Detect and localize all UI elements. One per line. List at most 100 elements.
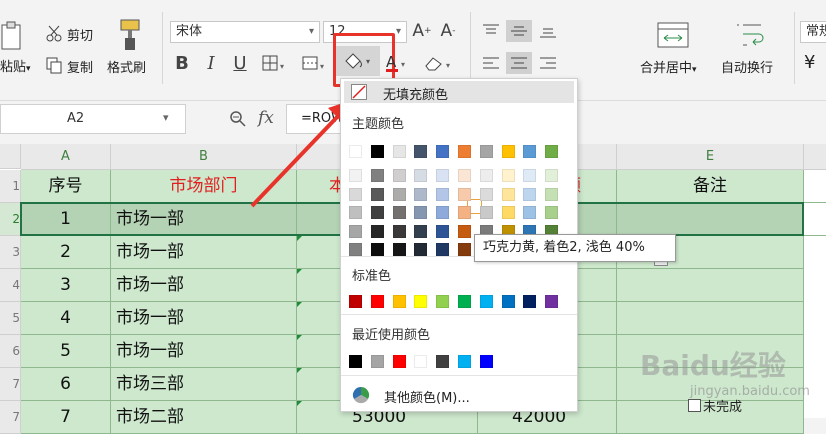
standard-color-swatch[interactable] <box>349 295 362 308</box>
empty-cell[interactable] <box>804 170 826 203</box>
theme-shade-swatch[interactable] <box>349 206 362 219</box>
theme-shade-swatch[interactable] <box>436 187 450 201</box>
data-cell[interactable]: 市场三部 <box>111 368 297 401</box>
theme-shade-swatch[interactable] <box>479 206 493 219</box>
theme-color-swatch[interactable] <box>370 145 384 158</box>
standard-color-swatch[interactable] <box>392 295 406 308</box>
number-format-select[interactable]: 常规 <box>800 21 826 43</box>
theme-shade-swatch[interactable] <box>523 187 537 201</box>
theme-shade-swatch[interactable] <box>392 206 406 219</box>
currency-button[interactable]: ¥ <box>804 52 815 73</box>
align-middle-icon[interactable] <box>506 20 532 42</box>
checkbox-box[interactable] <box>688 399 701 412</box>
theme-shade-swatch[interactable] <box>414 243 428 256</box>
standard-color-swatch[interactable] <box>545 295 559 308</box>
more-colors-item[interactable]: 其他颜色(M)... <box>344 383 574 407</box>
theme-shade-swatch[interactable] <box>545 206 559 219</box>
data-cell[interactable]: 2 <box>21 236 111 269</box>
theme-color-swatch[interactable] <box>479 145 493 158</box>
header-cell[interactable]: 序号 <box>21 170 111 203</box>
theme-shade-swatch[interactable] <box>436 206 450 219</box>
theme-shade-swatch[interactable] <box>414 224 428 238</box>
theme-shade-swatch[interactable] <box>458 169 471 182</box>
font-family-select[interactable]: 宋体 ▾ <box>170 21 320 43</box>
data-cell[interactable]: 6 <box>21 368 111 401</box>
no-fill-item[interactable]: 无填充颜色 <box>344 81 574 103</box>
column-header-f[interactable] <box>804 144 826 170</box>
increase-font-icon[interactable]: A + <box>412 20 432 42</box>
theme-shade-swatch[interactable] <box>523 206 537 219</box>
data-cell[interactable]: 4 <box>21 302 111 335</box>
theme-shade-swatch[interactable] <box>349 243 362 256</box>
theme-shade-swatch[interactable] <box>349 224 362 238</box>
theme-color-swatch[interactable] <box>349 145 362 158</box>
format-painter-icon[interactable] <box>116 18 144 52</box>
recent-color-swatch[interactable] <box>392 355 406 368</box>
theme-shade-swatch[interactable] <box>414 206 428 219</box>
theme-shade-swatch[interactable] <box>501 206 515 219</box>
theme-shade-swatch[interactable] <box>436 224 450 238</box>
theme-shade-swatch[interactable] <box>458 206 471 219</box>
bold-button[interactable]: B <box>172 52 192 74</box>
recent-color-swatch[interactable] <box>370 355 384 368</box>
theme-color-swatch[interactable] <box>436 145 450 158</box>
theme-shade-swatch[interactable] <box>349 187 362 201</box>
underline-button[interactable]: U <box>230 52 250 74</box>
theme-color-swatch[interactable] <box>501 145 515 158</box>
eraser-icon[interactable]: ▾ <box>422 52 456 74</box>
wrap-text-button[interactable]: 自动换行 <box>721 57 773 76</box>
theme-shade-swatch[interactable] <box>436 243 450 256</box>
merge-center-button[interactable]: 合并居中▾ <box>640 57 697 76</box>
theme-shade-swatch[interactable] <box>523 169 537 182</box>
data-cell[interactable]: 市场一部 <box>111 302 297 335</box>
theme-shade-swatch[interactable] <box>392 169 406 182</box>
row-header[interactable]: 1 <box>0 170 21 203</box>
paste-icon[interactable] <box>0 18 22 54</box>
column-header-a[interactable]: A <box>21 144 111 170</box>
theme-color-swatch[interactable] <box>392 145 406 158</box>
data-cell[interactable]: 市场一部 <box>111 269 297 302</box>
theme-shade-swatch[interactable] <box>501 187 515 201</box>
align-right-icon[interactable] <box>536 52 560 74</box>
copy-icon[interactable] <box>44 54 64 76</box>
column-header-e[interactable]: E <box>617 144 804 170</box>
scissors-icon[interactable] <box>44 22 64 44</box>
decrease-font-icon[interactable]: A- <box>438 20 458 42</box>
select-all-corner[interactable] <box>0 144 21 169</box>
row-header[interactable]: 3 <box>0 236 21 269</box>
theme-shade-swatch[interactable] <box>545 187 559 201</box>
data-cell[interactable]: 5 <box>21 335 111 368</box>
cut-button[interactable]: 剪切 <box>67 25 93 44</box>
theme-shade-swatch[interactable] <box>370 224 384 238</box>
theme-shade-swatch[interactable] <box>458 187 471 201</box>
theme-color-swatch[interactable] <box>523 145 537 158</box>
theme-shade-swatch[interactable] <box>370 187 384 201</box>
standard-color-swatch[interactable] <box>501 295 515 308</box>
data-cell[interactable] <box>617 302 804 335</box>
recent-color-swatch[interactable] <box>414 355 428 368</box>
row-header[interactable]: 2 <box>0 203 21 236</box>
theme-shade-swatch[interactable] <box>392 243 406 256</box>
theme-color-swatch[interactable] <box>545 145 559 158</box>
empty-cell[interactable] <box>804 203 826 236</box>
row-header[interactable]: 6 <box>0 335 21 368</box>
header-cell[interactable]: 备注 <box>617 170 804 203</box>
theme-shade-swatch[interactable] <box>479 169 493 182</box>
theme-shade-swatch[interactable] <box>349 169 362 182</box>
data-cell[interactable] <box>617 269 804 302</box>
theme-color-swatch[interactable] <box>458 145 471 158</box>
standard-color-swatch[interactable] <box>523 295 537 308</box>
data-cell[interactable]: 市场一部 <box>111 236 297 269</box>
standard-color-swatch[interactable] <box>414 295 428 308</box>
name-box[interactable]: A2 ▾ <box>0 104 186 134</box>
recent-color-swatch[interactable] <box>349 355 362 368</box>
theme-shade-swatch[interactable] <box>414 169 428 182</box>
theme-shade-swatch[interactable] <box>370 169 384 182</box>
theme-shade-swatch[interactable] <box>392 224 406 238</box>
theme-shade-swatch[interactable] <box>370 206 384 219</box>
align-center-icon[interactable] <box>506 52 532 74</box>
standard-color-swatch[interactable] <box>479 295 493 308</box>
row-header[interactable]: 5 <box>0 302 21 335</box>
merge-center-icon[interactable] <box>655 20 691 50</box>
recent-color-swatch[interactable] <box>479 355 493 368</box>
